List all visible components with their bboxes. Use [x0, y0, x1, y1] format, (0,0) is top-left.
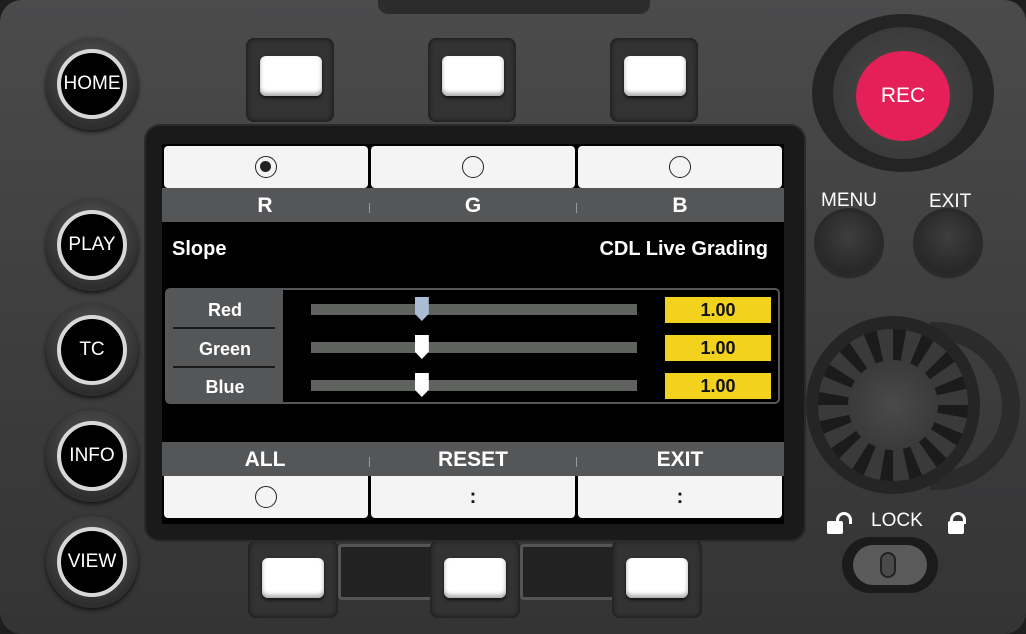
tab-r[interactable]: R — [162, 194, 368, 218]
slider-track-green[interactable] — [311, 335, 637, 359]
value-green: 1.00 — [665, 335, 771, 361]
soft-key-reset[interactable] — [444, 558, 506, 598]
tab-b[interactable]: B — [577, 194, 783, 218]
slider-track-blue[interactable] — [311, 373, 637, 397]
divider — [173, 327, 275, 329]
info-button-label: INFO — [57, 421, 127, 491]
bottom-tab-bar: ALL RESET EXIT — [162, 442, 784, 476]
unlock-icon — [827, 521, 843, 534]
tab-g[interactable]: G — [370, 194, 576, 218]
tc-button[interactable]: TC — [46, 304, 138, 396]
soft-key-exit[interactable] — [626, 558, 688, 598]
radio-unselected-icon — [255, 486, 277, 508]
lock-icon — [948, 521, 964, 534]
bottom-key-gap — [520, 544, 622, 600]
slider-thumb-red[interactable] — [414, 297, 429, 321]
rec-button[interactable]: REC — [856, 51, 950, 141]
soft-key-b[interactable] — [624, 56, 686, 96]
slider-label-red: Red — [207, 300, 242, 320]
tab-r-selector[interactable] — [164, 146, 368, 188]
exit-label: EXIT — [929, 191, 972, 212]
view-button[interactable]: VIEW — [46, 516, 138, 608]
tab-exit[interactable]: EXIT — [577, 448, 783, 472]
lock-switch-grip — [880, 552, 896, 578]
value-blue: 1.00 — [665, 373, 771, 399]
menu-label: MENU — [821, 190, 877, 211]
tab-all[interactable]: ALL — [162, 448, 368, 472]
play-button[interactable]: PLAY — [46, 199, 138, 291]
slider-thumb-blue[interactable] — [414, 373, 429, 397]
jog-dial-center — [848, 360, 938, 450]
all-selector[interactable] — [164, 476, 368, 518]
lock-label: LOCK — [871, 510, 923, 531]
home-button-label: HOME — [57, 49, 127, 119]
soft-key-r[interactable] — [260, 56, 322, 96]
tab-g-selector[interactable] — [371, 146, 575, 188]
radio-unselected-icon — [669, 156, 691, 178]
exit-button[interactable] — [917, 212, 979, 274]
soft-key-all[interactable] — [262, 558, 324, 598]
reset-indicator[interactable]: : — [371, 476, 575, 518]
top-strip — [378, 0, 650, 14]
mode-title: CDL Live Grading — [599, 238, 768, 260]
camera-control-panel: HOME PLAY TC INFO VIEW R G B Slope CDL L… — [0, 0, 1026, 634]
slider-thumb-green[interactable] — [414, 335, 429, 359]
tc-button-label: TC — [57, 315, 127, 385]
exit-indicator[interactable]: : — [578, 476, 782, 518]
home-button[interactable]: HOME — [46, 38, 138, 130]
radio-unselected-icon — [462, 156, 484, 178]
view-button-label: VIEW — [57, 527, 127, 597]
bottom-key-gap — [338, 544, 440, 600]
play-button-label: PLAY — [57, 210, 127, 280]
tab-reset[interactable]: RESET — [370, 448, 576, 472]
info-button[interactable]: INFO — [46, 410, 138, 502]
slider-panel: Red Green Blue 1.00 1.00 1.00 — [165, 288, 780, 404]
divider — [173, 366, 275, 368]
slider-label-blue: Blue — [205, 377, 245, 397]
top-tab-bar: R G B — [162, 188, 784, 222]
lcd-screen: R G B Slope CDL Live Grading Red Green B… — [162, 144, 784, 524]
param-title: Slope — [172, 238, 227, 260]
tab-b-selector[interactable] — [578, 146, 782, 188]
value-red: 1.00 — [665, 297, 771, 323]
radio-selected-icon — [255, 156, 277, 178]
soft-key-g[interactable] — [442, 56, 504, 96]
slider-label-green: Green — [198, 339, 252, 359]
menu-button[interactable] — [818, 212, 880, 274]
slider-label-column: Red Green Blue — [167, 290, 283, 402]
slider-track-red[interactable] — [311, 297, 637, 321]
